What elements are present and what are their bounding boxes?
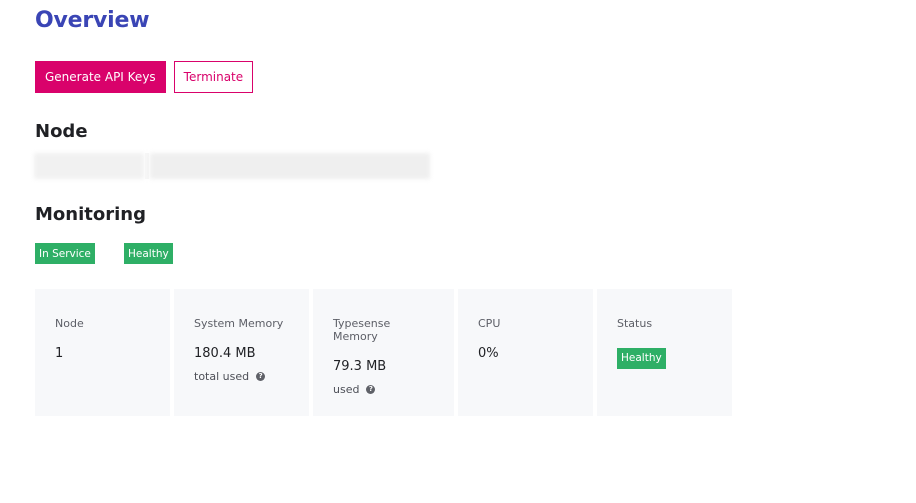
- monitoring-heading: Monitoring: [35, 204, 146, 225]
- redacted-divider: [145, 153, 149, 179]
- card-label: System Memory: [194, 317, 284, 330]
- card-subtext: used ?: [333, 383, 434, 396]
- card-sub-label: total used: [194, 370, 250, 383]
- card-value: 79.3 MB: [333, 359, 387, 374]
- node-card: Node 1: [35, 289, 170, 416]
- status-badge: Healthy: [617, 347, 666, 369]
- generate-api-keys-button[interactable]: Generate API Keys: [35, 61, 166, 93]
- status-card: Status Healthy: [597, 289, 732, 416]
- card-value: 180.4 MB: [194, 346, 256, 361]
- monitoring-cards: Node 1 System Memory 180.4 MB total used…: [35, 289, 732, 416]
- terminate-button[interactable]: Terminate: [173, 61, 254, 93]
- node-heading: Node: [35, 121, 88, 142]
- healthy-badge: Healthy: [124, 243, 173, 264]
- card-label: Node: [55, 317, 84, 330]
- overview-page: Overview Generate API Keys Terminate Nod…: [0, 0, 916, 503]
- card-label: Status: [617, 317, 653, 330]
- card-label: Typesense Memory: [333, 317, 391, 343]
- card-subtext: total used ?: [194, 370, 289, 383]
- page-title: Overview: [35, 8, 150, 33]
- cpu-card: CPU 0%: [458, 289, 593, 416]
- system-memory-card: System Memory 180.4 MB total used ?: [174, 289, 309, 416]
- redacted-node-info: [150, 153, 430, 179]
- action-buttons: Generate API Keys Terminate: [35, 61, 254, 93]
- typesense-memory-card: Typesense Memory 79.3 MB used ?: [313, 289, 454, 416]
- card-label: CPU: [478, 317, 501, 330]
- card-sub-label: used: [333, 383, 360, 396]
- card-value: 1: [55, 346, 64, 361]
- card-value: 0%: [478, 346, 499, 361]
- in-service-badge: In Service: [35, 243, 95, 264]
- question-circle-icon[interactable]: ?: [366, 385, 376, 394]
- redacted-node-info: [34, 153, 144, 179]
- question-circle-icon[interactable]: ?: [256, 372, 266, 381]
